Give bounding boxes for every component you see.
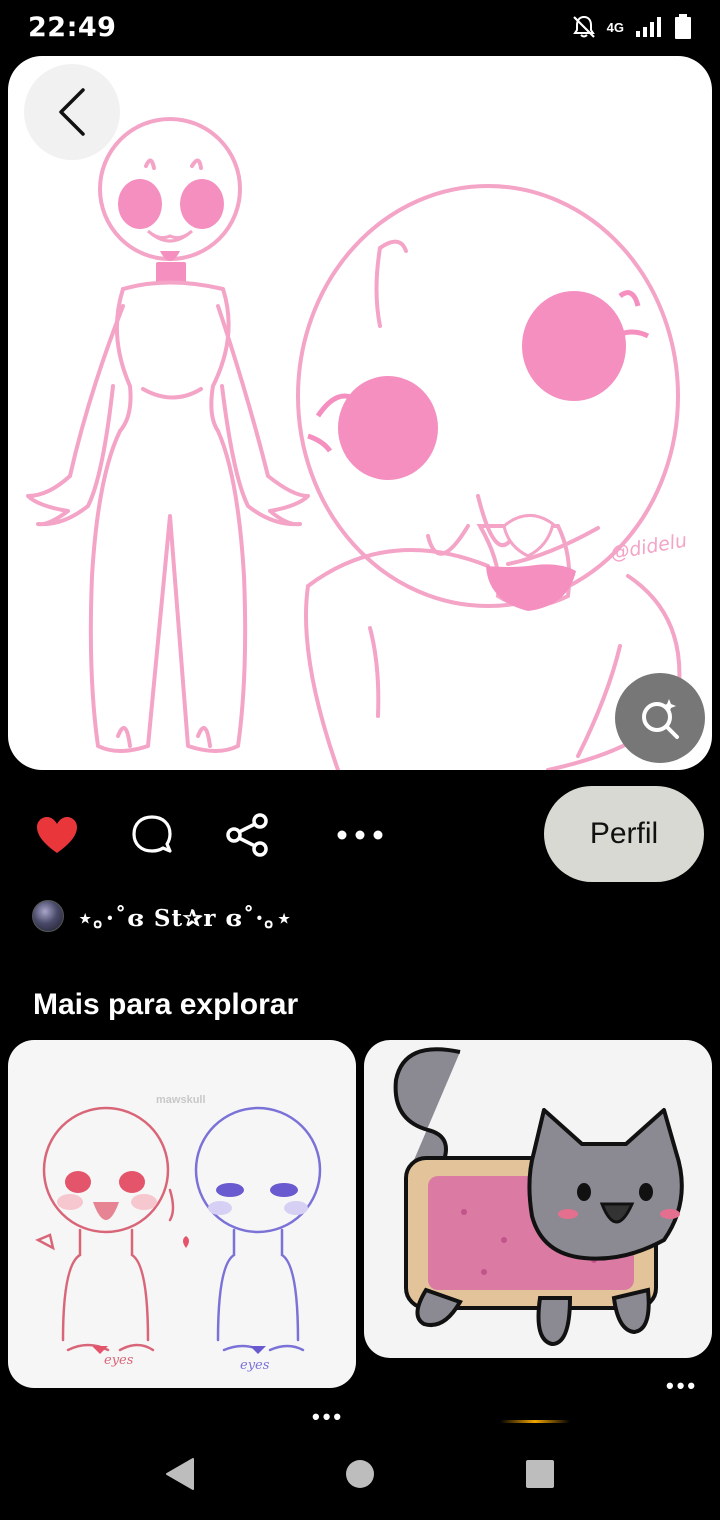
comment-icon [132,815,172,853]
visual-search-icon [642,699,679,739]
pin-1-label-left: eyes [104,1353,134,1368]
battery-icon [675,14,691,39]
visual-search-button[interactable] [615,673,705,763]
more-button[interactable] [335,810,385,860]
share-button[interactable] [222,810,272,860]
system-nav-bar [0,1424,720,1520]
comment-button[interactable] [127,810,177,860]
pin-image[interactable]: @didelu [8,56,712,770]
like-button[interactable] [32,810,82,860]
share-icon [226,813,268,857]
explore-pin-1[interactable]: mawskull eyes eyes [8,1040,356,1388]
scroll-highlight [500,1420,570,1423]
status-bar: 22:49 4G [0,0,720,56]
back-button[interactable] [24,64,120,160]
signal-icon [636,17,661,37]
base-drawing [26,117,682,770]
pin-1-drawing [35,1106,322,1354]
pin-2-drawing [393,1047,684,1347]
recents-square-icon [526,1460,554,1488]
network-label: 4G [606,19,624,35]
nav-back-button[interactable] [160,1454,200,1494]
nav-home-button[interactable] [340,1454,380,1494]
avatar[interactable] [32,900,64,932]
bell-off-icon [572,15,595,38]
nav-recents-button[interactable] [520,1454,560,1494]
home-circle-icon [346,1460,374,1488]
author-name[interactable]: ⋆｡·˚ɞ St✰r ɞ˚·｡⋆ [78,899,292,933]
status-time: 22:49 [28,12,117,43]
back-triangle-icon [166,1458,194,1490]
heart-icon [37,817,77,853]
pin-author[interactable]: ⋆｡·˚ɞ St✰r ɞ˚·｡⋆ [32,896,292,936]
explore-pin-2[interactable] [364,1040,712,1358]
status-icons: 4G [571,14,692,40]
explore-title: Mais para explorar [33,988,299,1021]
more-icon [337,830,383,840]
pin-watermark: mawskull [156,1094,206,1106]
pin-1-label-right: eyes [240,1358,270,1373]
profile-button[interactable]: Perfil [544,786,704,882]
back-icon [59,88,85,136]
pin-2-more-button[interactable]: ••• [666,1373,698,1399]
